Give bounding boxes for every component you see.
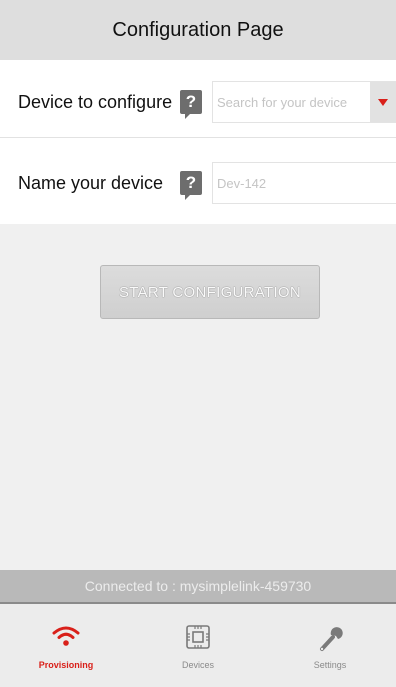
device-name-input[interactable] xyxy=(213,174,359,192)
wifi-icon xyxy=(52,626,80,646)
tab-bar: Provisioning Devices Settings xyxy=(0,602,396,687)
tab-settings[interactable]: Settings xyxy=(264,604,396,687)
name-label: Name your device xyxy=(18,172,164,193)
start-configuration-button[interactable]: START CONFIGURATION xyxy=(100,265,320,319)
device-dropdown-button[interactable] xyxy=(370,82,396,122)
chevron-down-icon xyxy=(378,98,388,106)
divider xyxy=(0,137,396,138)
connection-status: Connected to : mysimplelink-459730 xyxy=(0,570,396,602)
wrench-icon xyxy=(320,627,343,651)
chip-icon xyxy=(186,625,210,649)
tab-label: Settings xyxy=(313,660,347,670)
name-row: Name your device ? xyxy=(0,144,396,222)
tab-devices[interactable]: Devices xyxy=(132,604,264,687)
tab-label: Devices xyxy=(181,660,214,670)
page-header: Configuration Page xyxy=(0,0,396,61)
device-search-input[interactable] xyxy=(213,93,359,111)
device-row: Device to configure ? xyxy=(0,63,396,141)
page-title: Configuration Page xyxy=(112,18,284,41)
tab-label: Provisioning xyxy=(38,660,94,670)
tab-provisioning[interactable]: Provisioning xyxy=(0,604,132,687)
config-form: Device to configure ? Name your device ? xyxy=(0,60,396,224)
device-search-field[interactable] xyxy=(212,81,396,123)
device-label: Device to configure xyxy=(18,91,173,112)
device-help-icon[interactable]: ? xyxy=(180,90,202,119)
name-help-icon[interactable]: ? xyxy=(180,171,202,200)
device-name-field[interactable] xyxy=(212,162,396,204)
